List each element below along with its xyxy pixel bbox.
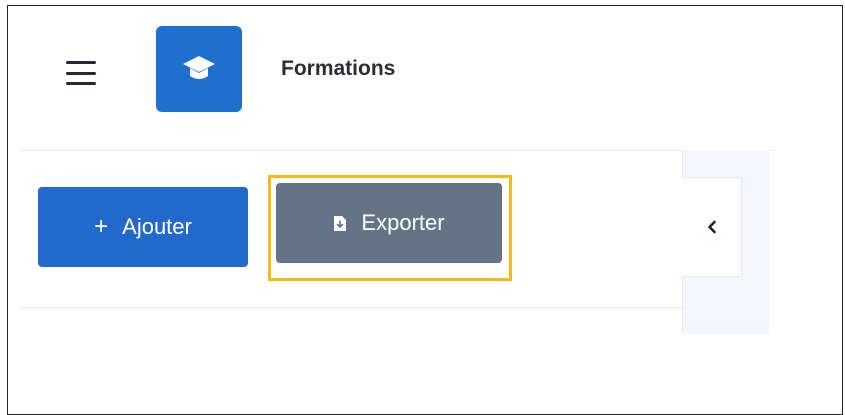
hamburger-icon[interactable] (66, 61, 96, 85)
app-logo[interactable] (156, 26, 242, 112)
add-button-label: Ajouter (122, 214, 192, 239)
chevron-left-icon (707, 220, 716, 234)
add-button[interactable]: + Ajouter (38, 187, 248, 267)
panel-collapse-button[interactable] (682, 177, 742, 277)
export-button[interactable]: Exporter (276, 183, 502, 263)
file-export-icon (333, 215, 347, 232)
toolbar-divider-bottom (20, 307, 690, 308)
plus-icon: + (94, 213, 109, 240)
page-title: Formations (281, 57, 396, 80)
toolbar-divider-top (20, 150, 775, 151)
export-button-label: Exporter (361, 210, 445, 235)
graduation-cap-icon (183, 56, 215, 79)
